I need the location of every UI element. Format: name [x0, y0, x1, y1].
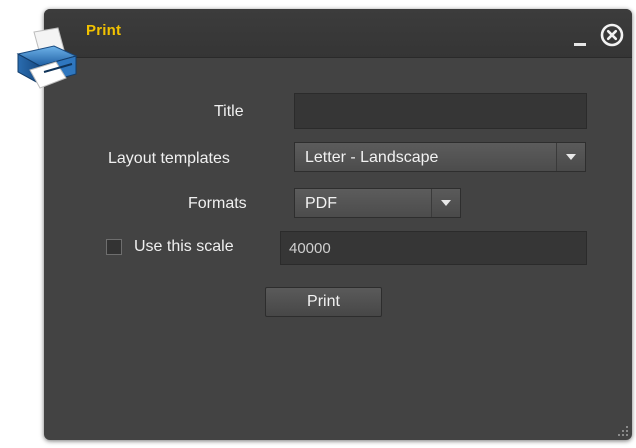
- layout-templates-select[interactable]: Letter - Landscape: [294, 142, 586, 172]
- dialog-titlebar[interactable]: Print: [44, 9, 632, 58]
- title-label: Title: [214, 103, 244, 120]
- print-button[interactable]: Print: [265, 287, 382, 317]
- formats-select[interactable]: PDF: [294, 188, 461, 218]
- close-icon[interactable]: [600, 23, 624, 47]
- title-input[interactable]: [294, 93, 587, 129]
- formats-value: PDF: [305, 195, 337, 212]
- chevron-down-icon[interactable]: [431, 189, 460, 217]
- close-circle-icon: [600, 23, 624, 47]
- print-dialog: Print Title Layout templates Letter - La…: [44, 9, 632, 440]
- printer-icon: [16, 27, 78, 89]
- formats-label: Formats: [188, 195, 247, 212]
- use-scale-checkbox[interactable]: [106, 239, 122, 255]
- use-scale-label[interactable]: Use this scale: [134, 238, 234, 256]
- layout-templates-label: Layout templates: [108, 150, 230, 167]
- dialog-title: Print: [86, 22, 122, 39]
- minimize-icon[interactable]: [574, 32, 586, 46]
- chevron-down-icon[interactable]: [556, 143, 585, 171]
- scale-input[interactable]: [280, 231, 587, 265]
- resize-grip-icon[interactable]: [617, 425, 629, 437]
- layout-templates-value: Letter - Landscape: [305, 149, 439, 166]
